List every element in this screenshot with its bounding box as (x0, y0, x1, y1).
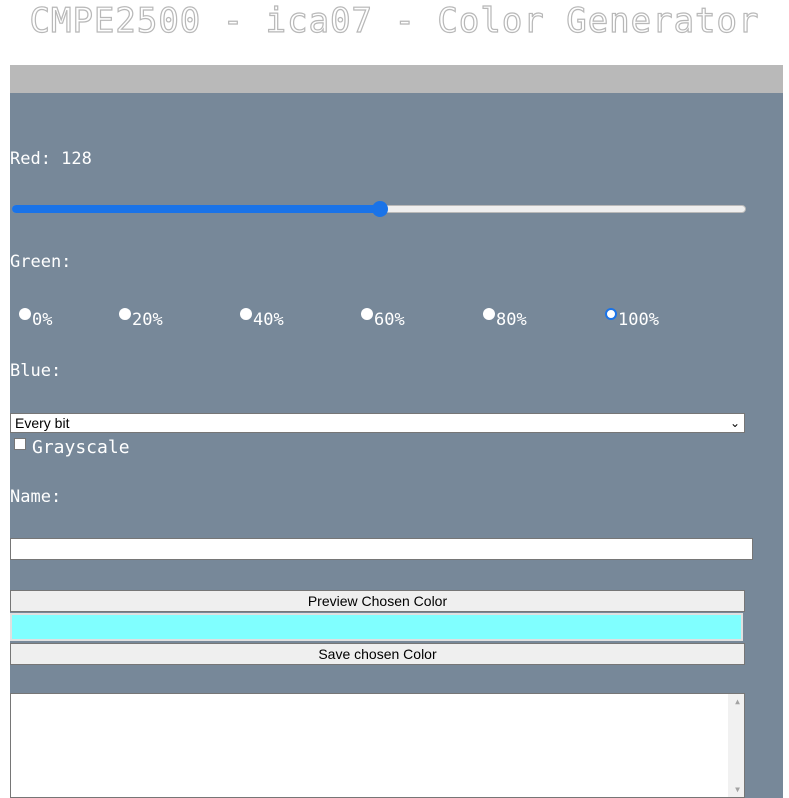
green-option-100[interactable]: 100% (605, 307, 659, 330)
radio-label: 40% (253, 310, 284, 330)
grayscale-label: Grayscale (32, 437, 130, 458)
radio-button[interactable] (483, 308, 495, 320)
green-option-20[interactable]: 20% (119, 307, 163, 330)
blue-select[interactable]: Every bit ⌄ (10, 413, 745, 433)
radio-button[interactable] (240, 308, 252, 320)
green-option-60[interactable]: 60% (361, 307, 405, 330)
red-slider-fill (12, 205, 381, 213)
scroll-up-icon[interactable]: ▲ (735, 697, 740, 706)
red-label: Red: 128 (10, 149, 92, 169)
radio-button[interactable] (119, 308, 131, 320)
red-slider-thumb[interactable] (372, 201, 389, 217)
top-bar (10, 65, 783, 93)
save-color-button[interactable]: Save chosen Color (10, 643, 745, 665)
radio-label: 80% (496, 310, 527, 330)
radio-label: 60% (374, 310, 405, 330)
page-title: CMPE2500 - ica07 - Color Generator (29, 0, 760, 41)
color-preview-swatch (10, 613, 743, 641)
blue-label: Blue: (10, 361, 62, 381)
radio-label: 100% (618, 310, 659, 330)
green-option-0[interactable]: 0% (19, 307, 53, 330)
green-option-40[interactable]: 40% (240, 307, 284, 330)
radio-button[interactable] (19, 308, 31, 320)
chevron-down-icon: ⌄ (729, 416, 740, 430)
name-label: Name: (10, 487, 62, 507)
name-input[interactable] (10, 538, 753, 560)
radio-button[interactable] (361, 308, 373, 320)
radio-button-selected[interactable] (605, 308, 617, 320)
grayscale-checkbox[interactable] (14, 438, 26, 450)
red-slider[interactable] (12, 201, 746, 217)
scrollbar[interactable]: ▲ ▼ (728, 694, 744, 797)
radio-label: 0% (32, 310, 53, 330)
preview-color-button[interactable]: Preview Chosen Color (10, 590, 745, 612)
grayscale-option[interactable]: Grayscale (14, 437, 130, 458)
green-option-80[interactable]: 80% (483, 307, 527, 330)
blue-select-value: Every bit (15, 415, 70, 431)
green-label: Green: (10, 252, 72, 272)
saved-colors-textarea[interactable]: ▲ ▼ (10, 693, 745, 798)
scroll-down-icon[interactable]: ▼ (735, 785, 740, 794)
radio-label: 20% (132, 310, 163, 330)
